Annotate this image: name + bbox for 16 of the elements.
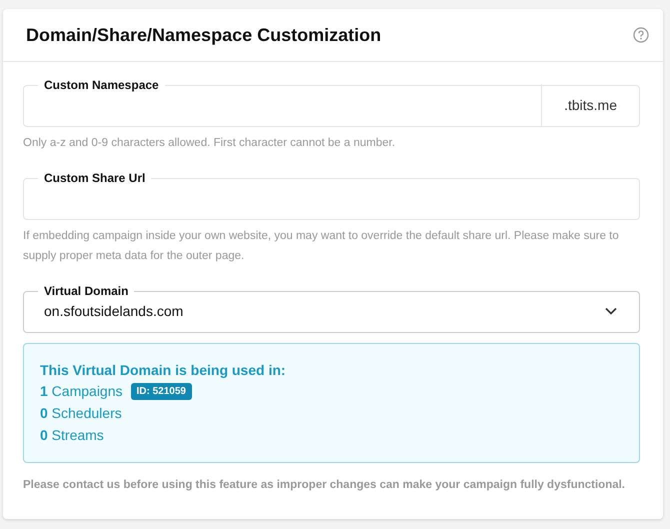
field-hint: Only a-z and 0-9 characters allowed. First character cannot be a number. <box>23 136 396 151</box>
panel-title: Domain/Share/Namespace Customization <box>26 24 382 46</box>
field-label: Custom Share Url <box>43 171 146 185</box>
usage-heading: This Virtual Domain is being used in: <box>40 362 287 378</box>
share-url-field[interactable]: Custom Share Url <box>23 171 640 220</box>
field-hint: If embedding campaign inside your own website, you may want to override the default share url. Please make sure to supply proper meta data for the outer page. <box>23 229 620 264</box>
field-label: Virtual Domain <box>43 284 130 298</box>
chevron-down-icon <box>605 307 617 315</box>
id-badge: ID: 521059 <box>130 382 192 400</box>
warning-text: Please contact us before using this feature as improper changes can make your campaign fully dysfunctional. <box>23 479 626 491</box>
selected-value: on.sfoutsidelands.com <box>44 303 184 319</box>
virtual-domain-select[interactable]: Virtual Domain on.sfoutsidelands.com <box>23 284 640 333</box>
namespace-field[interactable]: Custom Namespace .tbits.me <box>23 78 640 127</box>
help-icon[interactable] <box>633 27 649 43</box>
domain-suffix: .tbits.me <box>541 84 639 126</box>
field-label: Custom Namespace <box>43 78 160 92</box>
